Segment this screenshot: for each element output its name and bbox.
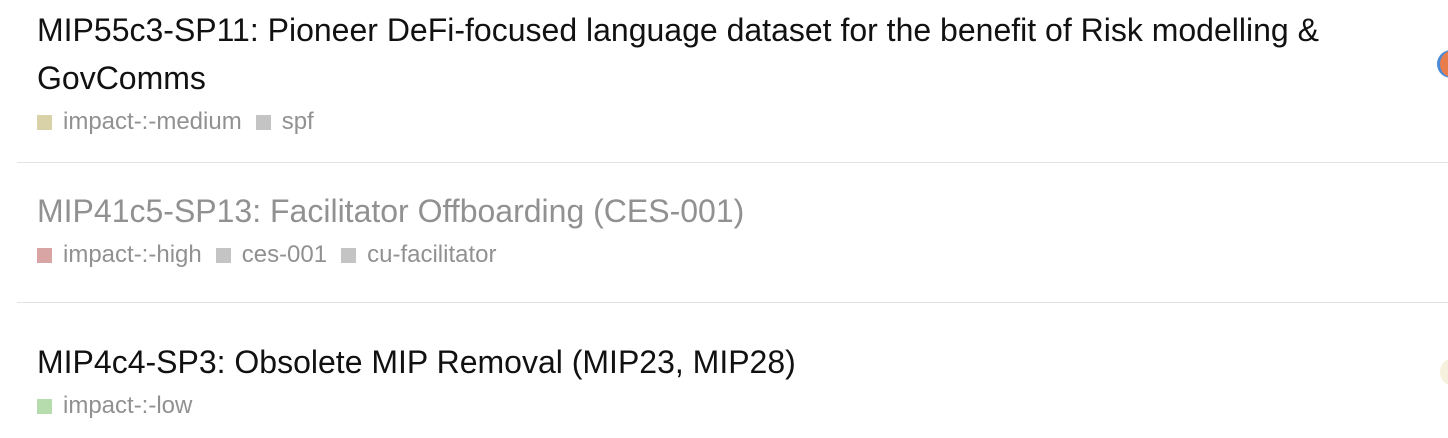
tag-label: cu-facilitator (367, 241, 497, 268)
tag-spf[interactable]: spf (255, 108, 314, 136)
topic-title-link[interactable]: MIP4c4-SP3: Obsolete MIP Removal (MIP23,… (37, 338, 1432, 386)
tag-ces-001[interactable]: ces-001 (215, 241, 328, 269)
tag-color-swatch (215, 247, 231, 263)
tag-color-swatch (37, 398, 52, 414)
topic-title-link[interactable]: MIP55c3-SP11: Pioneer DeFi-focused langu… (37, 6, 1432, 102)
tag-impact-low[interactable]: impact-:-low (37, 392, 192, 420)
topic-row: MIP41c5-SP13: Facilitator Offboarding (C… (17, 163, 1448, 303)
tag-list: impact-:-high ces-001 cu-facilitator (37, 240, 1448, 270)
tag-label: spf (281, 108, 314, 135)
tag-label: ces-001 (241, 241, 328, 268)
topic-row: MIP55c3-SP11: Pioneer DeFi-focused langu… (17, 0, 1448, 163)
tag-label: impact-:-medium (63, 108, 242, 135)
tag-impact-medium[interactable]: impact-:-medium (37, 108, 242, 136)
tag-color-swatch (255, 114, 271, 130)
tag-color-swatch (341, 247, 357, 263)
tag-list: impact-:-medium spf (37, 107, 1448, 137)
tag-color-swatch (37, 114, 52, 130)
tag-label: impact-:-high (63, 241, 202, 268)
topic-title-link[interactable]: MIP41c5-SP13: Facilitator Offboarding (C… (37, 187, 1432, 235)
topic-row: MIP4c4-SP3: Obsolete MIP Removal (MIP23,… (17, 303, 1448, 438)
tag-color-swatch (37, 247, 52, 263)
topic-list: MIP55c3-SP11: Pioneer DeFi-focused langu… (17, 0, 1448, 438)
tag-list: impact-:-low (37, 391, 1448, 421)
tag-label: impact-:-low (63, 392, 193, 419)
tag-impact-high[interactable]: impact-:-high (37, 241, 202, 269)
tag-cu-facilitator[interactable]: cu-facilitator (341, 241, 496, 269)
